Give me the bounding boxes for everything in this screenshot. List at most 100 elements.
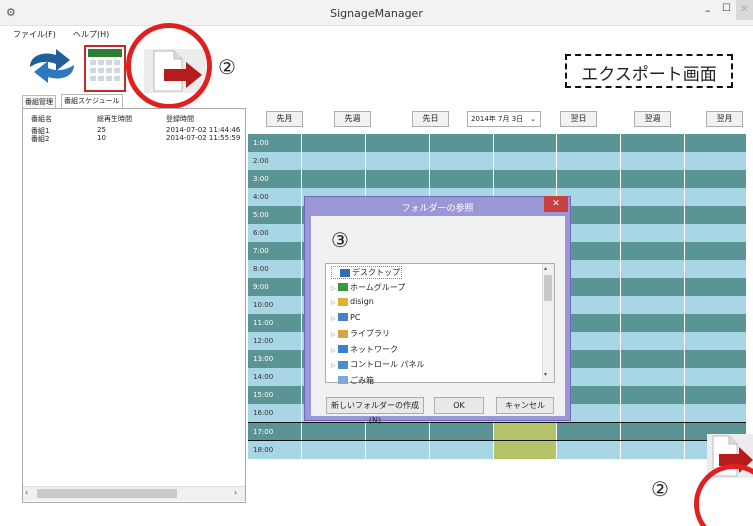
schedule-cell[interactable]: [620, 404, 684, 422]
expand-arrow-icon[interactable]: ▷: [331, 331, 338, 338]
schedule-cell[interactable]: [301, 441, 365, 459]
schedule-cell[interactable]: [684, 152, 746, 170]
schedule-cell[interactable]: [620, 296, 684, 314]
prev-week-button[interactable]: 先週: [334, 111, 371, 127]
schedule-cell[interactable]: [684, 350, 746, 368]
scrollbar-thumb[interactable]: [37, 489, 177, 498]
date-picker[interactable]: 2014年 7月 3日 ⌄: [467, 111, 541, 127]
minimize-icon[interactable]: –: [705, 4, 711, 17]
next-day-button[interactable]: 翌日: [560, 111, 597, 127]
expand-arrow-icon[interactable]: ▷: [331, 315, 338, 322]
schedule-cell[interactable]: [620, 170, 684, 188]
schedule-cell[interactable]: [301, 170, 365, 188]
calendar-icon[interactable]: [84, 45, 126, 92]
schedule-cell[interactable]: [620, 260, 684, 278]
schedule-cell[interactable]: [493, 152, 556, 170]
program-name[interactable]: 番組2: [31, 134, 49, 144]
schedule-cell[interactable]: [684, 278, 746, 296]
schedule-cell[interactable]: [429, 134, 493, 152]
schedule-cell[interactable]: [684, 242, 746, 260]
expand-arrow-icon[interactable]: ▷: [331, 299, 338, 306]
maximize-icon[interactable]: ☐: [722, 3, 731, 14]
schedule-cell[interactable]: [684, 296, 746, 314]
scroll-down-icon[interactable]: ▾: [544, 371, 547, 378]
tree-item[interactable]: デスクトップ: [331, 266, 402, 279]
tree-item[interactable]: ごみ箱: [331, 375, 374, 386]
schedule-cell[interactable]: [620, 423, 684, 441]
schedule-cell[interactable]: [684, 188, 746, 206]
schedule-cell[interactable]: [684, 314, 746, 332]
schedule-cell[interactable]: [620, 242, 684, 260]
ok-button[interactable]: OK: [434, 397, 484, 414]
menu-file[interactable]: ファイル(F): [13, 29, 56, 40]
menu-help[interactable]: ヘルプ(H): [73, 29, 109, 40]
schedule-cell[interactable]: [684, 404, 746, 422]
schedule-cell[interactable]: [429, 441, 493, 459]
prev-day-button[interactable]: 先日: [412, 111, 449, 127]
schedule-cell[interactable]: [493, 441, 556, 459]
scroll-right-icon[interactable]: ›: [234, 488, 237, 497]
schedule-cell[interactable]: [620, 188, 684, 206]
schedule-cell[interactable]: [620, 386, 684, 404]
expand-arrow-icon[interactable]: ▷: [331, 347, 338, 354]
schedule-cell[interactable]: [429, 423, 493, 441]
new-folder-button[interactable]: 新しいフォルダーの作成(N): [326, 397, 424, 425]
prev-month-button[interactable]: 先月: [266, 111, 303, 127]
schedule-cell[interactable]: [684, 206, 746, 224]
tree-item[interactable]: ▷ disign: [331, 297, 374, 306]
close-icon[interactable]: ✕: [736, 0, 753, 20]
schedule-cell[interactable]: [429, 170, 493, 188]
expand-arrow-icon[interactable]: ▷: [331, 285, 338, 292]
schedule-cell[interactable]: [620, 206, 684, 224]
schedule-cell[interactable]: [620, 441, 684, 459]
schedule-cell[interactable]: [493, 134, 556, 152]
tree-item[interactable]: ▷ ライブラリ: [331, 328, 390, 339]
cancel-button[interactable]: キャンセル: [496, 397, 554, 414]
schedule-cell[interactable]: [684, 134, 746, 152]
schedule-cell[interactable]: [556, 441, 620, 459]
tree-item[interactable]: ▷ コントロール パネル: [331, 359, 425, 370]
schedule-cell[interactable]: [620, 134, 684, 152]
schedule-cell[interactable]: [620, 350, 684, 368]
tab-program-management[interactable]: 番組管理: [22, 95, 56, 108]
column-header-duration: 総再生時間: [97, 115, 132, 123]
scroll-left-icon[interactable]: ‹: [25, 488, 28, 497]
schedule-cell[interactable]: [365, 441, 429, 459]
schedule-cell[interactable]: [684, 386, 746, 404]
schedule-cell[interactable]: [556, 423, 620, 441]
scrollbar-thumb[interactable]: [544, 275, 552, 301]
next-week-button[interactable]: 翌週: [634, 111, 671, 127]
schedule-cell[interactable]: [493, 170, 556, 188]
tree-item[interactable]: ▷ ネットワーク: [331, 344, 398, 355]
tree-item[interactable]: ▷ ホームグループ: [331, 282, 405, 293]
schedule-cell[interactable]: [684, 260, 746, 278]
close-icon[interactable]: ✕: [544, 196, 568, 212]
schedule-cell[interactable]: [620, 332, 684, 350]
schedule-cell[interactable]: [301, 134, 365, 152]
tab-program-schedule[interactable]: 番組スケジュール: [61, 94, 123, 108]
schedule-cell[interactable]: [556, 134, 620, 152]
schedule-cell[interactable]: [493, 423, 556, 441]
schedule-cell[interactable]: [620, 368, 684, 386]
schedule-cell[interactable]: [684, 332, 746, 350]
schedule-cell[interactable]: [620, 278, 684, 296]
schedule-cell[interactable]: [620, 314, 684, 332]
next-month-button[interactable]: 翌月: [706, 111, 743, 127]
schedule-cell[interactable]: [684, 224, 746, 242]
schedule-cell[interactable]: [620, 152, 684, 170]
schedule-cell[interactable]: [365, 170, 429, 188]
schedule-cell[interactable]: [556, 170, 620, 188]
schedule-cell[interactable]: [365, 152, 429, 170]
scroll-up-icon[interactable]: ▴: [544, 265, 547, 272]
schedule-cell[interactable]: [429, 152, 493, 170]
refresh-icon[interactable]: [26, 49, 78, 85]
expand-arrow-icon[interactable]: ▷: [331, 362, 338, 369]
schedule-cell[interactable]: [556, 152, 620, 170]
schedule-cell[interactable]: [301, 152, 365, 170]
schedule-cell[interactable]: [620, 224, 684, 242]
schedule-cell[interactable]: [684, 170, 746, 188]
schedule-cell[interactable]: [684, 368, 746, 386]
tree-item[interactable]: ▷ PC: [331, 313, 360, 322]
schedule-cell[interactable]: [301, 423, 365, 441]
schedule-cell[interactable]: [365, 134, 429, 152]
